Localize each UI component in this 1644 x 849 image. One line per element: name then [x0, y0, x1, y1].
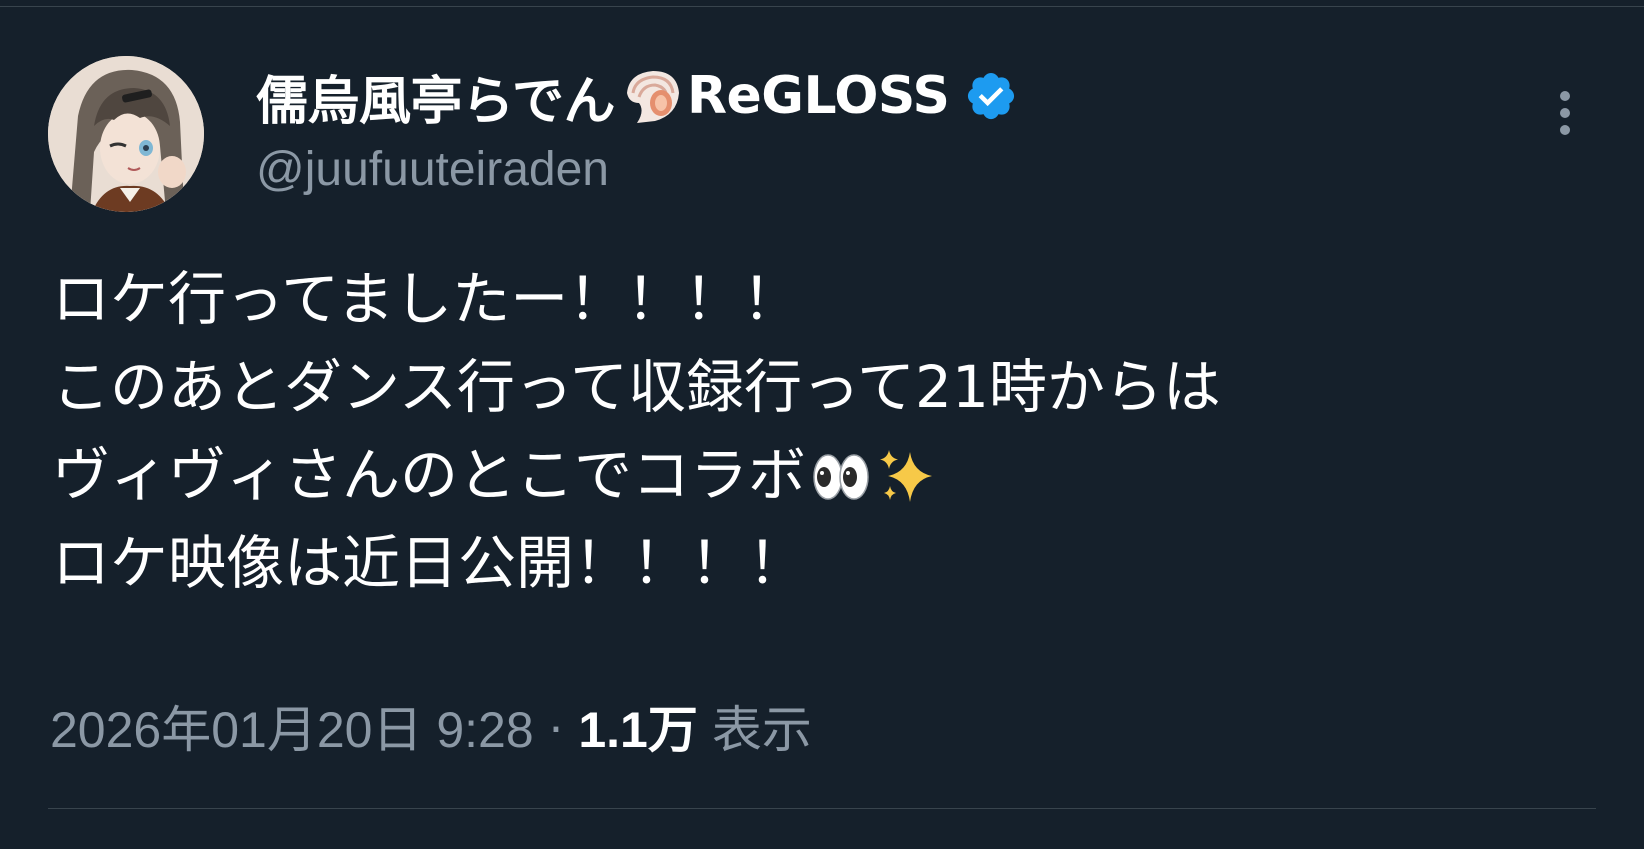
tweet-line: このあとダンス行って収録行って21時からは [52, 343, 1612, 431]
tweet-meta: 2026年01月20日 9:28 · 1.1万 表示 [50, 690, 812, 762]
avatar[interactable] [48, 56, 204, 212]
author-display-name[interactable]: 儒烏風亭らでん [256, 59, 615, 134]
verified-badge-icon[interactable] [964, 69, 1018, 123]
more-vertical-icon [1560, 91, 1570, 135]
tweet-line-text: ロケ行ってましたー！！！！ [52, 265, 801, 333]
tweet[interactable]: 儒烏風亭らでん ReGLOSS @juufuuteiraden ロケ行ってました… [0, 0, 1644, 849]
sparkles-icon [876, 444, 938, 506]
tweet-line: ロケ行ってましたー！！！！ [52, 255, 1612, 343]
tweet-line: ロケ映像は近日公開！！！！ [52, 519, 1612, 607]
author-group-name[interactable]: ReGLOSS [687, 66, 950, 126]
tweet-text: ロケ行ってましたー！！！！ このあとダンス行って収録行って21時からは ヴィヴィ… [52, 255, 1612, 607]
more-options-button[interactable] [1550, 88, 1580, 148]
avatar-image [48, 56, 204, 212]
tweet-line: ヴィヴィさんのとこでコラボ [52, 431, 1612, 519]
author-name-row[interactable]: 儒烏風亭らでん ReGLOSS [256, 60, 1018, 132]
views-count: 1.1万 [578, 702, 698, 758]
spiral-shell-icon [619, 63, 685, 129]
tweet-line-text: このあとダンス行って収録行って21時からは [52, 353, 1221, 421]
eyes-icon [810, 444, 872, 506]
meta-separator: · [547, 698, 565, 754]
views-label: 表示 [711, 702, 812, 758]
divider [48, 808, 1596, 809]
tweet-timestamp[interactable]: 2026年01月20日 9:28 [50, 690, 534, 762]
tweet-line-text: ロケ映像は近日公開！！！！ [52, 529, 807, 597]
author-handle[interactable]: @juufuuteiraden [256, 142, 609, 197]
tweet-line-text: ヴィヴィさんのとこでコラボ [52, 441, 807, 509]
divider [0, 6, 1644, 7]
